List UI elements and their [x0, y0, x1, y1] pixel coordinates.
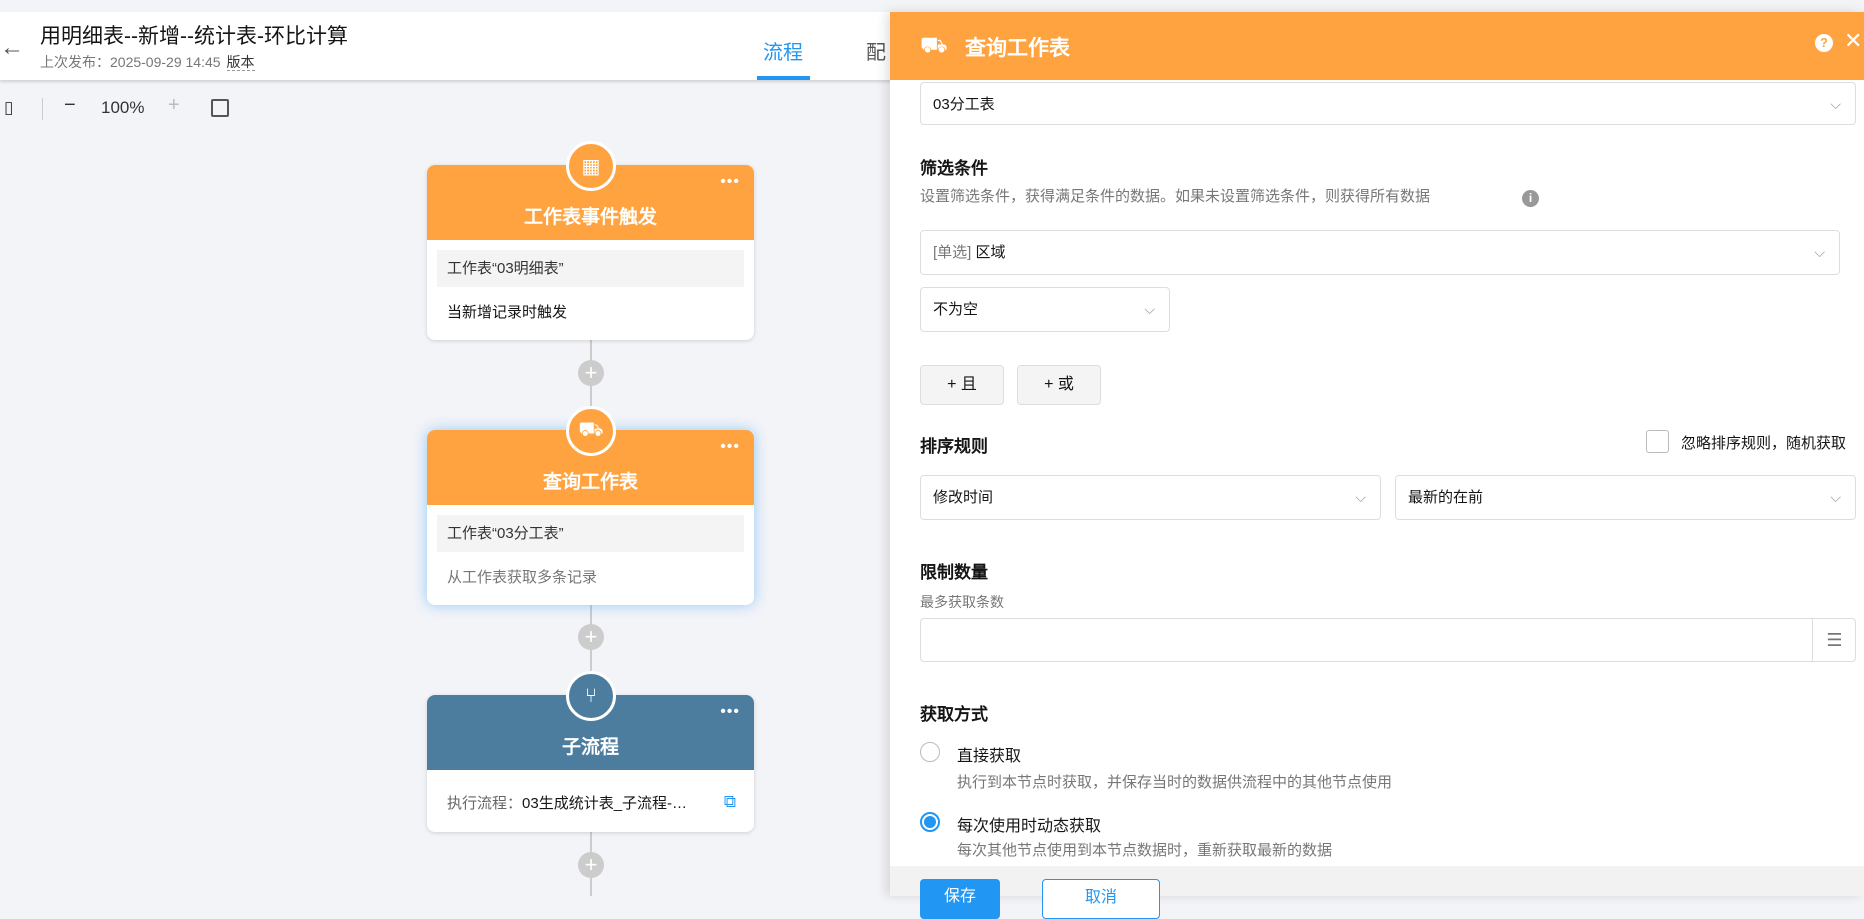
tab-flow[interactable]: 流程: [763, 36, 803, 65]
node-trigger[interactable]: 工作表事件触发 ••• 工作表“03明细表” 当新增记录时触发: [427, 165, 754, 340]
filter-desc: 设置筛选条件，获得满足条件的数据。如果未设置筛选条件，则获得所有数据: [920, 188, 1431, 205]
chevron-down-icon: ⌵: [1830, 96, 1841, 112]
node-worksheet: 工作表“03明细表”: [437, 250, 744, 287]
sort-field-select[interactable]: 修改时间 ⌵: [920, 475, 1381, 520]
mode-heading: 获取方式: [920, 705, 988, 724]
more-icon[interactable]: •••: [720, 438, 740, 456]
node-worksheet: 工作表“03分工表”: [437, 515, 744, 552]
zoom-in-button[interactable]: +: [168, 94, 180, 117]
external-link-icon[interactable]: ⧉: [724, 792, 736, 812]
chevron-down-icon: ⌵: [1814, 244, 1825, 260]
subprocess-icon: ⑂: [566, 671, 616, 721]
active-tab-indicator: [757, 76, 810, 80]
truck-icon: ⛟: [920, 32, 948, 57]
radio-direct-desc: 执行到本节点时获取，并保存当时的数据供流程中的其他节点使用: [957, 774, 1393, 791]
add-node-button[interactable]: +: [578, 360, 604, 386]
fit-screen-icon[interactable]: [211, 99, 229, 117]
toolbar-divider: [42, 98, 43, 120]
limit-desc: 最多获取条数: [920, 594, 1004, 610]
zoom-out-button[interactable]: −: [64, 94, 76, 117]
filter-field-select[interactable]: [单选] 区域 ⌵: [920, 230, 1840, 275]
zoom-level: 100%: [101, 98, 145, 117]
add-node-button[interactable]: +: [578, 624, 604, 650]
node-text: 从工作表获取多条记录: [447, 569, 598, 586]
node-text: 当新增记录时触发: [447, 304, 568, 321]
add-and-condition-button[interactable]: + 且: [920, 365, 1004, 405]
field-name: 区域: [975, 244, 1006, 261]
chevron-down-icon: ⌵: [1355, 489, 1366, 505]
worksheet-select[interactable]: 03分工表 ⌵: [920, 82, 1856, 125]
radio-dynamic-label: 每次使用时动态获取: [957, 818, 1102, 835]
panel-header: ⛟ 查询工作表 ? ✕: [890, 12, 1864, 80]
add-or-condition-button[interactable]: + 或: [1017, 365, 1101, 405]
map-icon[interactable]: ▯: [4, 98, 13, 118]
version-link[interactable]: 版本: [226, 54, 255, 71]
ignore-sort-label: 忽略排序规则，随机获取: [1681, 435, 1847, 452]
table-icon: ▦: [566, 141, 616, 191]
ignore-sort-checkbox[interactable]: [1646, 430, 1669, 453]
back-arrow-icon[interactable]: ←: [0, 34, 24, 62]
add-node-button[interactable]: +: [578, 852, 604, 878]
limit-input[interactable]: [920, 618, 1856, 662]
help-icon[interactable]: ?: [1815, 34, 1833, 52]
filter-heading: 筛选条件: [920, 159, 988, 178]
cancel-button[interactable]: 取消: [1042, 879, 1160, 919]
chevron-down-icon: ⌵: [1830, 489, 1841, 505]
published-label: 上次发布：2025-09-29 14:45: [40, 54, 221, 70]
worksheet-value: 03分工表: [933, 96, 995, 113]
insert-field-icon[interactable]: ☰: [1812, 618, 1856, 662]
more-icon[interactable]: •••: [720, 703, 740, 721]
radio-dynamic-desc: 每次其他节点使用到本节点数据时，重新获取最新的数据: [957, 842, 1333, 859]
radio-direct-label: 直接获取: [957, 748, 1022, 765]
tab-config[interactable]: 配: [866, 36, 886, 65]
truck-icon: ⛟: [566, 406, 616, 456]
radio-dynamic[interactable]: [920, 812, 940, 832]
save-button[interactable]: 保存: [920, 879, 1000, 919]
node-query-worksheet[interactable]: 查询工作表 ••• 工作表“03分工表” 从工作表获取多条记录: [427, 430, 754, 605]
panel-footer: 保存 取消: [890, 866, 1864, 919]
workflow-title: 用明细表--新增--统计表-环比计算: [40, 25, 348, 48]
field-type-tag: [单选]: [933, 244, 972, 261]
more-icon[interactable]: •••: [720, 173, 740, 191]
operator-value: 不为空: [933, 301, 979, 318]
info-icon[interactable]: i: [1522, 190, 1539, 207]
sort-order-value: 最新的在前: [1408, 489, 1484, 506]
chevron-down-icon: ⌵: [1144, 301, 1155, 317]
filter-operator-select[interactable]: 不为空 ⌵: [920, 287, 1170, 332]
exec-flow: 03生成统计表_子流程-…: [522, 795, 688, 812]
publish-info: 上次发布：2025-09-29 14:45 版本: [40, 52, 255, 72]
exec-label: 执行流程：: [447, 795, 523, 812]
panel-title: 查询工作表: [965, 37, 1070, 60]
limit-heading: 限制数量: [920, 563, 988, 582]
node-config-panel: ⛟ 查询工作表 ? ✕ 03分工表 ⌵ 筛选条件 设置筛选条件，获得满足条件的数据…: [890, 12, 1864, 919]
close-icon[interactable]: ✕: [1844, 28, 1862, 54]
sort-heading: 排序规则: [920, 437, 988, 456]
radio-direct[interactable]: [920, 742, 940, 762]
sort-field-value: 修改时间: [933, 489, 994, 506]
sort-order-select[interactable]: 最新的在前 ⌵: [1395, 475, 1856, 520]
